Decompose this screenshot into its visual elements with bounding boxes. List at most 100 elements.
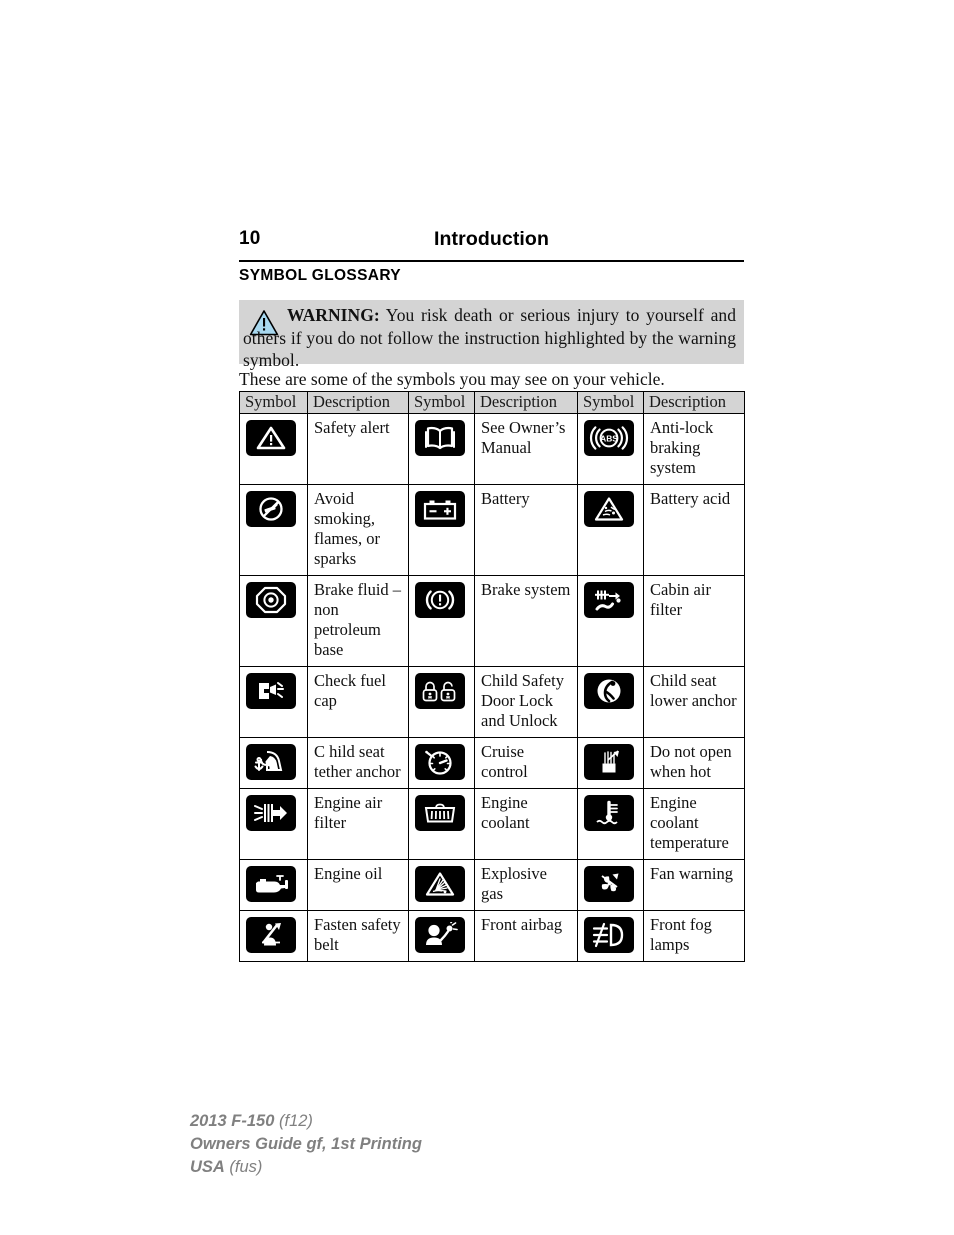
description-cell: Explosive gas [474,859,578,911]
table-row: C hild seat tether anchor Cruise control… [239,737,745,789]
check-fuel-cap-icon [246,673,296,709]
description-cell: Engine oil [307,859,409,911]
description-cell: Front airbag [474,910,578,962]
section-heading: SYMBOL GLOSSARY [239,267,401,284]
description-cell: Brake system [474,575,578,667]
svg-text:ABS: ABS [600,434,618,444]
symbol-cell [408,788,475,860]
symbol-cell [239,666,308,738]
description-cell: Fasten safety belt [307,910,409,962]
description-cell: Anti-lock braking system [643,413,745,485]
symbol-cell [408,413,475,485]
description-cell: Safety alert [307,413,409,485]
header-divider [239,260,744,262]
page-title: Introduction [434,228,549,250]
table-header: Symbol Description Symbol Description Sy… [239,391,745,414]
table-row: Check fuel cap Child Safety Door Lock an… [239,666,745,738]
symbol-cell [577,737,644,789]
footer-line-3: USA (fus) [190,1156,422,1179]
description-cell: Check fuel cap [307,666,409,738]
child-safety-door-lock-icon [415,673,465,709]
fasten-safety-belt-icon [246,917,296,953]
symbol-cell [577,910,644,962]
table-header-row: Symbol Description Symbol Description Sy… [239,391,745,414]
symbol-cell [577,484,644,576]
warning-label: WARNING: [287,305,380,325]
symbol-glossary-table: Symbol Description Symbol Description Sy… [239,391,745,962]
footer-model-code: (f12) [274,1112,313,1130]
table-row: Fasten safety belt Front airbag Front fo… [239,910,745,962]
intro-text: These are some of the symbols you may se… [239,369,665,389]
description-cell: Avoid smoking, flames, or sparks [307,484,409,576]
do-not-open-when-hot-icon [584,744,634,780]
symbol-cell [577,788,644,860]
symbol-cell [408,737,475,789]
symbol-cell [408,666,475,738]
column-header-symbol-3: Symbol [577,391,644,414]
page-header: 10 Introduction [239,228,744,260]
symbol-cell [577,575,644,667]
manual-page: 10 Introduction SYMBOL GLOSSARY WARNING:… [0,0,954,1235]
symbol-cell [408,910,475,962]
explosive-gas-icon [415,866,465,902]
owners-manual-book-icon [415,420,465,456]
brake-fluid-icon [246,582,296,618]
warning-text: WARNING: You risk death or serious injur… [243,304,736,372]
description-cell: Engine coolant temperature [643,788,745,860]
symbol-cell [239,910,308,962]
abs-icon: ABS [584,420,634,456]
engine-oil-icon [246,866,296,902]
symbol-cell [239,575,308,667]
engine-coolant-icon [415,795,465,831]
footer-line-2: Owners Guide gf, 1st Printing [190,1135,422,1153]
footer-region-code: (fus) [224,1158,263,1176]
description-cell: Child seat lower anchor [643,666,745,738]
child-seat-tether-anchor-icon [246,744,296,780]
cruise-control-icon [415,744,465,780]
brake-system-icon [415,582,465,618]
description-cell: Brake fluid – non petroleum base [307,575,409,667]
description-cell: Cabin air filter [643,575,745,667]
description-cell: C hild seat tether anchor [307,737,409,789]
description-cell: See Owner’s Manual [474,413,578,485]
column-header-symbol-2: Symbol [408,391,475,414]
description-cell: Engine air filter [307,788,409,860]
footer-model: 2013 F-150 [190,1112,275,1130]
column-header-symbol-1: Symbol [239,391,308,414]
description-cell: Battery acid [643,484,745,576]
footer-line-1: 2013 F-150 (f12) [190,1110,422,1133]
description-cell: Battery [474,484,578,576]
table-row: Engine oil Explosive gas Fan warning [239,859,745,911]
table-row: Avoid smoking, flames, or sparks Battery… [239,484,745,576]
symbol-cell [408,859,475,911]
description-cell: Front fog lamps [643,910,745,962]
table-row: Engine air filter Engine coolant Engine … [239,788,745,860]
symbol-cell [239,788,308,860]
front-fog-lamps-icon [584,917,634,953]
symbol-cell [408,575,475,667]
table-row: Safety alert See Owner’s Manual ABS Anti… [239,413,745,485]
symbol-cell [577,666,644,738]
column-header-description-2: Description [474,391,578,414]
warning-box: WARNING: You risk death or serious injur… [239,300,744,370]
description-cell: Cruise control [474,737,578,789]
front-airbag-icon [415,917,465,953]
symbol-cell [239,484,308,576]
no-smoking-no-flames-icon [246,491,296,527]
battery-icon [415,491,465,527]
footer-region: USA [190,1158,225,1176]
child-seat-lower-anchor-icon [584,673,634,709]
engine-coolant-temperature-icon [584,795,634,831]
column-header-description-3: Description [643,391,745,414]
symbol-cell [577,859,644,911]
column-header-description-1: Description [307,391,409,414]
table-row: Brake fluid – non petroleum base Brake s… [239,575,745,667]
description-cell: Fan warning [643,859,745,911]
description-cell: Child Safety Door Lock and Unlock [474,666,578,738]
fan-warning-icon [584,866,634,902]
page-footer: 2013 F-150 (f12) Owners Guide gf, 1st Pr… [190,1110,422,1179]
description-cell: Do not open when hot [643,737,745,789]
table-body: Safety alert See Owner’s Manual ABS Anti… [239,413,745,962]
battery-acid-icon [584,491,634,527]
cabin-air-filter-icon [584,582,634,618]
